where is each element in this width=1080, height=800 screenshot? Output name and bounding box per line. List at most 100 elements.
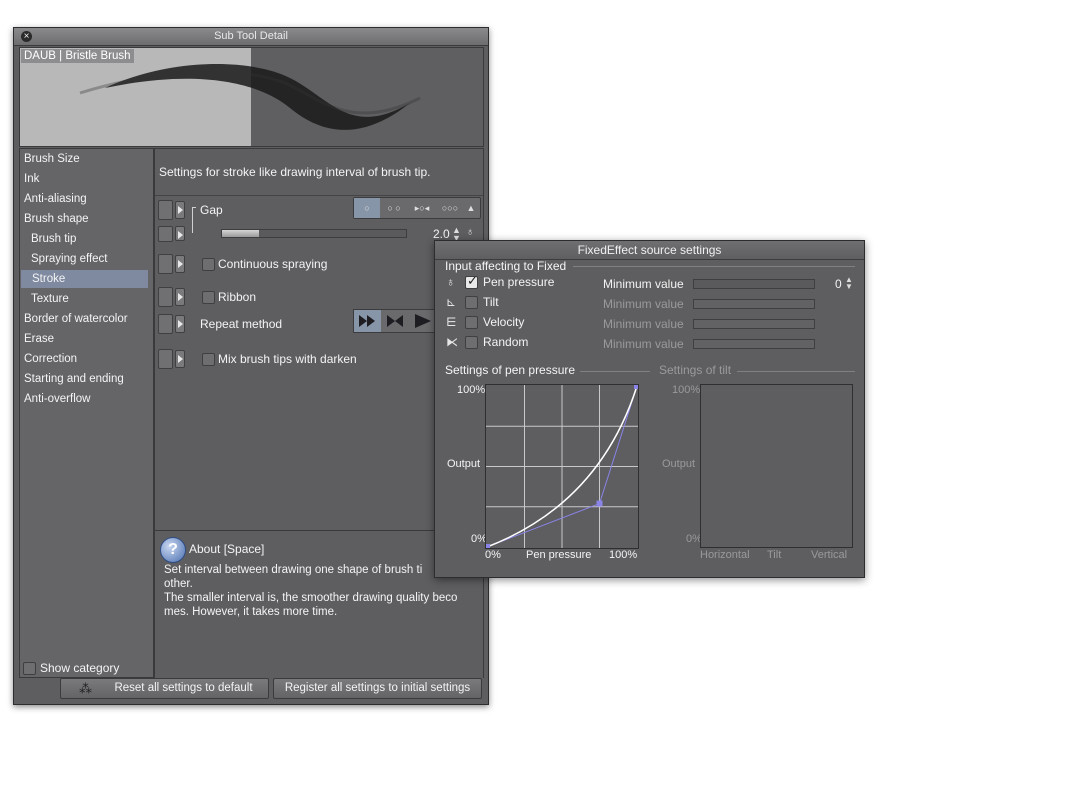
window-title: Sub Tool Detail (214, 30, 288, 42)
input-checkbox[interactable] (465, 336, 478, 349)
continuous-spraying-checkbox[interactable] (202, 258, 215, 271)
tilt-graph-x-mid: Tilt (767, 549, 782, 561)
mix-brush-expand-icon[interactable] (175, 350, 185, 368)
minimum-value-label: Minimum value (603, 297, 684, 311)
about-line: other. (164, 578, 193, 590)
pen-pressure-curve-editor[interactable] (485, 384, 639, 549)
register-initial-settings-button[interactable]: Register all settings to initial setting… (273, 678, 482, 699)
popup-title[interactable]: FixedEffect source settings (435, 241, 864, 260)
category-item[interactable]: Correction (24, 350, 77, 368)
category-item[interactable]: Starting and ending (24, 370, 124, 388)
title-bar[interactable]: Sub Tool Detail × (14, 28, 488, 46)
gap-type-selector[interactable]: ○ ○ ○ ▸○◂ ○○○ ▲ (353, 197, 481, 219)
gap-spin-icon[interactable]: ▲ (464, 198, 478, 218)
category-item[interactable]: Border of watercolor (24, 310, 128, 328)
fixedeffect-source-popup: FixedEffect source settings Input affect… (434, 240, 865, 578)
gap-normal-option[interactable]: ○ ○ (380, 198, 408, 218)
category-item[interactable]: Texture (31, 290, 69, 308)
minimum-value-spin-icon[interactable]: ▲ ▼ (845, 276, 853, 291)
gap-slider[interactable] (221, 229, 407, 238)
category-item[interactable]: Anti-aliasing (24, 190, 87, 208)
repeat-option-selected[interactable] (354, 310, 381, 332)
tilt-graph-x-right: Vertical (811, 549, 848, 561)
curve-control-point[interactable] (596, 500, 603, 507)
ribbon-checkbox[interactable] (202, 291, 215, 304)
ribbon-toggle[interactable] (158, 287, 173, 307)
show-category-checkbox[interactable] (23, 662, 36, 675)
repeat-method-label: Repeat method (200, 317, 283, 331)
continuous-spraying-label: Continuous spraying (218, 257, 328, 271)
category-item[interactable]: Stroke (21, 270, 148, 288)
repeat-method-toggle[interactable] (158, 314, 173, 334)
continuous-spraying-toggle[interactable] (158, 254, 173, 274)
tilt-graph-y-mid: Output (662, 458, 696, 470)
about-line: Set interval between drawing one shape o… (164, 564, 423, 576)
gap-wide-option[interactable]: ▸○◂ (408, 198, 436, 218)
repeat-option-play-icon[interactable] (409, 310, 435, 332)
input-label: Random (483, 335, 529, 349)
input-checkbox[interactable]: ✓ (465, 273, 478, 289)
gap-pressure-toggle[interactable] (158, 200, 173, 220)
category-item[interactable]: Ink (24, 170, 39, 188)
minimum-value-label: Minimum value (603, 277, 684, 291)
close-icon[interactable]: × (21, 31, 32, 42)
repeat-method-selector[interactable] (353, 309, 437, 333)
minimum-value-slider[interactable] (693, 279, 815, 289)
tilt-graph-x-left: Horizontal (700, 549, 750, 561)
graph-y-top: 100% (457, 384, 486, 396)
gap-value-expand-icon[interactable] (175, 226, 185, 241)
gap-expand-icon[interactable] (175, 201, 185, 219)
graph-y-mid: Output (447, 458, 481, 470)
category-item[interactable]: Brush shape (24, 210, 89, 228)
category-item[interactable]: Brush tip (31, 230, 76, 248)
curve-control-point[interactable] (634, 384, 639, 389)
category-item[interactable]: Brush Size (24, 150, 80, 168)
pressure-section-label: Settings of pen pressure (445, 363, 576, 377)
minimum-value[interactable]: 0 (835, 277, 842, 291)
mix-brush-checkbox[interactable] (202, 353, 215, 366)
input-checkbox[interactable] (465, 316, 478, 329)
sub-tool-detail-window: Sub Tool Detail × DAUB | Bristle Brush B… (13, 27, 489, 705)
input-affecting-label: Input affecting to Fixed (445, 259, 567, 273)
input-label: Velocity (483, 315, 525, 329)
pen-pressure-icon[interactable]: ♁ (466, 226, 474, 238)
random-icon: ⧔ (446, 335, 458, 349)
about-title: About [Space] (189, 542, 265, 556)
preview-label: DAUB | Bristle Brush (21, 49, 134, 63)
continuous-spraying-expand-icon[interactable] (175, 255, 185, 273)
panel-description: Settings for stroke like drawing interva… (159, 165, 431, 179)
repeat-option-bowtie-icon[interactable] (382, 310, 408, 332)
input-label: Tilt (483, 295, 499, 309)
minimum-value-label: Minimum value (603, 337, 684, 351)
input-checkbox[interactable] (465, 296, 478, 309)
reset-settings-button[interactable]: ⁂ Reset all settings to default (60, 678, 269, 699)
pen-pressure-icon: ♁ (446, 275, 455, 289)
gap-value[interactable]: 2.0 (433, 227, 450, 241)
ribbon-expand-icon[interactable] (175, 288, 185, 306)
category-item[interactable]: Erase (24, 330, 54, 348)
minimum-value-slider (693, 319, 815, 329)
graph-x-mid: Pen pressure (526, 549, 592, 561)
minimum-value-slider (693, 339, 815, 349)
tilt-curve-editor (700, 384, 853, 548)
mix-brush-toggle[interactable] (158, 349, 173, 369)
help-icon: ? (160, 537, 186, 563)
category-item[interactable]: Spraying effect (31, 250, 108, 268)
minimum-value-slider (693, 299, 815, 309)
about-line: mes. However, it takes more time. (164, 606, 338, 618)
gap-value-toggle[interactable] (158, 226, 173, 242)
tilt-section-label: Settings of tilt (659, 363, 732, 377)
category-item[interactable]: Anti-overflow (24, 390, 90, 408)
gap-narrow-option[interactable]: ○ (354, 198, 380, 218)
tilt-graph-y-top: 100% (672, 384, 701, 396)
mix-brush-label: Mix brush tips with darken (218, 352, 357, 366)
curve-control-point[interactable] (485, 544, 490, 549)
input-label: Pen pressure (483, 275, 555, 289)
about-line: The smaller interval is, the smoother dr… (164, 592, 458, 604)
graph-x-left: 0% (485, 549, 501, 561)
gap-slider-fill (222, 230, 259, 237)
brush-preview: DAUB | Bristle Brush (19, 47, 484, 147)
gap-fixed-option[interactable]: ○○○ (436, 198, 464, 218)
tilt-icon: ⊾ (446, 295, 457, 309)
repeat-method-expand-icon[interactable] (175, 315, 185, 333)
